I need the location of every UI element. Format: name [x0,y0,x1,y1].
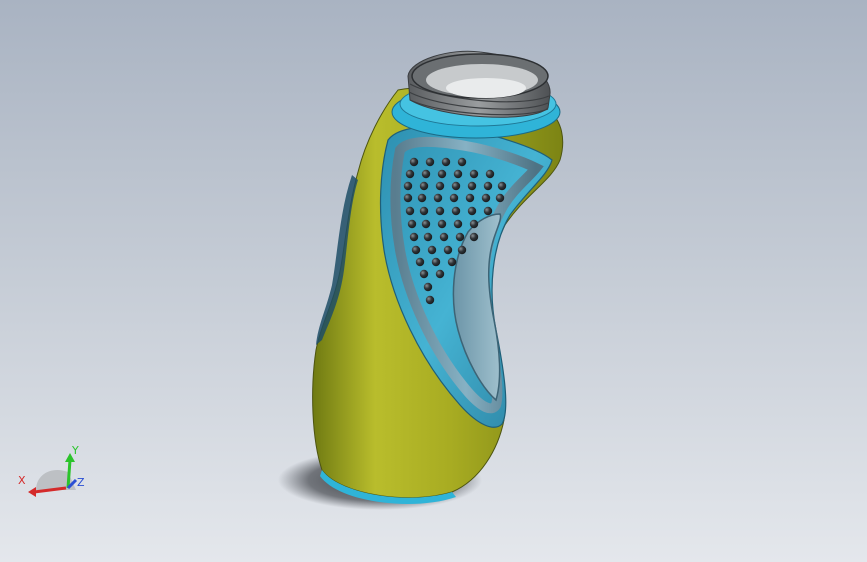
grip-nub [495,193,505,203]
grip-nub [457,157,467,167]
grip-nub [435,181,445,191]
grip-nub [435,206,445,216]
grip-nub [443,245,453,255]
grip-nub [409,232,419,242]
bottle-model[interactable] [0,0,867,562]
grip-nub [435,269,445,279]
y-axis-line [66,459,72,489]
grip-nub [437,169,447,179]
grip-nub [415,257,425,267]
grip-nub [407,219,417,229]
orientation-triad[interactable]: X Y Z [14,440,94,510]
grip-nub [425,157,435,167]
grip-nub [467,181,477,191]
grip-nub [421,169,431,179]
grip-nub [403,193,413,203]
bottle-mouth-depth [446,78,526,98]
grip-nub [469,169,479,179]
grip-nub [451,181,461,191]
grip-nub [455,232,465,242]
grip-nub [453,219,463,229]
grip-nub [497,181,507,191]
cad-viewport[interactable]: X Y Z [0,0,867,562]
grip-nub [451,206,461,216]
x-axis-label: X [18,474,26,487]
grip-nub [419,206,429,216]
grip-nub [419,181,429,191]
grip-nub [469,219,479,229]
grip-nub [483,181,493,191]
grip-nub [431,257,441,267]
grip-nub [433,193,443,203]
grip-nub [403,181,413,191]
grip-nub [469,232,479,242]
grip-nub [481,193,491,203]
grip-nub [423,282,433,292]
grip-nub [417,193,427,203]
grip-nub [441,157,451,167]
grip-nub [419,269,429,279]
grip-nub [423,232,433,242]
grip-nub [467,206,477,216]
grip-nub [449,193,459,203]
grip-nub [439,232,449,242]
grip-nub [447,257,457,267]
grip-nub [405,206,415,216]
grip-nub [457,245,467,255]
grip-nub [425,295,435,305]
grip-nub [453,169,463,179]
grip-nub [405,169,415,179]
x-axis-arrow [28,487,36,497]
grip-nub [483,206,493,216]
z-axis-label: Z [77,476,85,489]
grip-nub [421,219,431,229]
grip-nub [485,169,495,179]
y-axis-label: Y [71,444,79,457]
grip-nub [465,193,475,203]
grip-nub [427,245,437,255]
grip-nub [411,245,421,255]
grip-nub [437,219,447,229]
grip-nub [409,157,419,167]
